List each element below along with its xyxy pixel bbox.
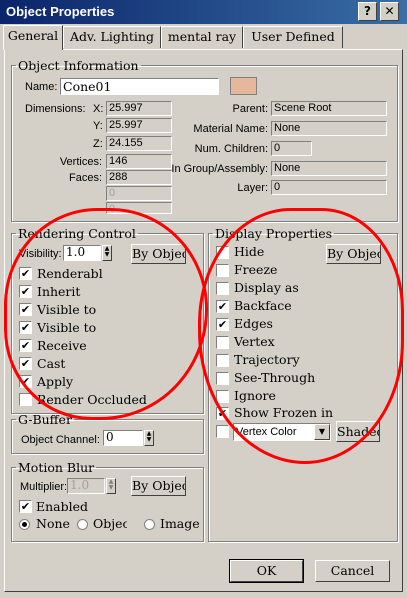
tab-general[interactable]: General	[3, 25, 63, 50]
z-label: Z:	[93, 138, 103, 150]
multiplier-spinner[interactable]: ▲ ▼	[106, 478, 116, 494]
y-label: Y:	[93, 120, 103, 132]
radio-object[interactable]	[77, 519, 88, 530]
close-button[interactable]: ✕	[380, 2, 399, 21]
vertices-label: Vertices:	[59, 156, 102, 168]
group-field: None	[271, 161, 387, 176]
enabled-label: Enabled	[36, 499, 89, 514]
object-channel-label: Object Channel:	[21, 434, 100, 446]
name-label: Name:	[25, 81, 58, 93]
dimension-z-field: 24.155	[106, 136, 172, 151]
tab-user-defined[interactable]: User Defined	[243, 26, 343, 48]
object-color-swatch[interactable]	[230, 77, 257, 95]
parent-label: Parent:	[232, 103, 268, 115]
dimension-x-field: 25.997	[106, 101, 172, 116]
motion-blur-by-object-button[interactable]: By Object	[131, 476, 186, 496]
radio-none[interactable]	[19, 519, 30, 530]
help-button[interactable]: ?	[358, 2, 377, 21]
faces-label: Faces:	[68, 172, 102, 184]
material-label: Material Name:	[193, 123, 268, 135]
dimension-y-field: 25.997	[106, 118, 172, 133]
object-channel-field[interactable]: 0	[103, 430, 143, 446]
rendering-checkbox-7[interactable]	[19, 393, 32, 406]
object-information-legend: Object Information	[18, 58, 139, 73]
title-bar: Object Properties ? ✕	[0, 0, 407, 24]
ok-button[interactable]: OK	[229, 559, 304, 583]
x-label: X:	[93, 103, 104, 115]
parent-field: Scene Root	[271, 101, 387, 116]
radio-image-label: Image	[160, 516, 200, 531]
layer-field: 0	[271, 180, 387, 195]
name-field[interactable]: Cone01	[60, 78, 219, 95]
vertex-color-checkbox[interactable]	[216, 425, 229, 438]
multiplier-label: Multiplier:	[20, 481, 68, 493]
object-channel-spinner[interactable]: ▲ ▼	[144, 430, 154, 446]
extra-field-1: 0	[106, 186, 172, 201]
vertices-field: 146	[106, 154, 172, 169]
radio-object-label: Object	[93, 516, 127, 531]
children-field: 0	[271, 141, 312, 156]
annotation-circle-display	[198, 208, 404, 464]
faces-field: 288	[106, 170, 172, 185]
dimensions-label: Dimensions:	[25, 103, 86, 115]
tab-mental-ray[interactable]: mental ray	[161, 26, 243, 48]
radio-none-label: None	[36, 516, 70, 531]
layer-label: Layer:	[237, 182, 268, 194]
group-label: In Group/Assembly:	[171, 163, 268, 175]
multiplier-field[interactable]: 1.0	[67, 478, 105, 494]
radio-image[interactable]	[144, 519, 155, 530]
tab-bar: General Adv. Lighting mental ray User De…	[0, 25, 407, 50]
cancel-button[interactable]: Cancel	[315, 560, 390, 582]
tab-adv-lighting[interactable]: Adv. Lighting	[63, 26, 161, 48]
material-field: None	[271, 121, 387, 136]
motion-blur-legend: Motion Blur	[18, 460, 95, 475]
window-title: Object Properties	[6, 4, 115, 19]
enabled-checkbox[interactable]: ✔	[19, 500, 32, 513]
children-label: Num. Children:	[194, 143, 268, 155]
